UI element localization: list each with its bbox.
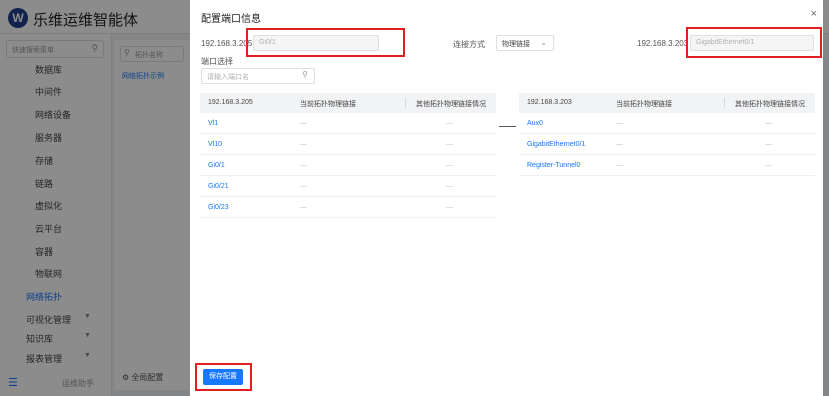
- highlight-box: [246, 28, 405, 57]
- column-divider: [405, 98, 406, 108]
- chevron-down-icon: ⌄: [540, 38, 547, 47]
- current-link: —: [616, 120, 623, 127]
- current-link: —: [300, 183, 307, 190]
- search-icon: ⚲: [302, 70, 308, 79]
- column-header: 其他拓扑物理链接情况: [416, 101, 486, 108]
- connection-type-label: 连接方式: [453, 40, 485, 49]
- current-link: —: [616, 162, 623, 169]
- column-header: 其他拓扑物理链接情况: [735, 101, 805, 108]
- table-row[interactable]: Vl1 — —: [200, 113, 496, 134]
- table-header: 192.168.3.205 当前拓扑物理链接 其他拓扑物理链接情况: [200, 93, 496, 113]
- right-device-ip: 192.168.3.203: [637, 39, 689, 48]
- table-row[interactable]: Gi0/1 — —: [200, 155, 496, 176]
- table-row[interactable]: Aux0 — —: [519, 113, 815, 134]
- other-link: —: [446, 183, 453, 190]
- other-link: —: [446, 204, 453, 211]
- connection-type-value: 物理链接: [502, 41, 530, 48]
- other-link: —: [446, 141, 453, 148]
- column-header: 当前拓扑物理链接: [616, 101, 672, 108]
- connection-type-select[interactable]: 物理链接 ⌄: [496, 35, 554, 51]
- port-search-input[interactable]: 请输入端口名 ⚲: [201, 68, 315, 84]
- other-link: —: [765, 120, 772, 127]
- port-name[interactable]: Gi0/23: [208, 204, 229, 211]
- port-name[interactable]: Register-Tunnel0: [527, 162, 580, 169]
- table-row[interactable]: Gi0/21 — —: [200, 176, 496, 197]
- current-link: —: [300, 204, 307, 211]
- close-icon[interactable]: ×: [811, 8, 817, 20]
- left-device-ip: 192.168.3.205: [201, 39, 253, 48]
- other-link: —: [446, 162, 453, 169]
- table-row[interactable]: Gi0/23 — —: [200, 197, 496, 218]
- table-header: 192.168.3.203 当前拓扑物理链接 其他拓扑物理链接情况: [519, 93, 815, 113]
- port-name[interactable]: Vl10: [208, 141, 222, 148]
- table-row[interactable]: Register-Tunnel0 — —: [519, 155, 815, 176]
- other-link: —: [446, 120, 453, 127]
- dialog-title: 配置端口信息: [201, 14, 261, 25]
- column-header: 192.168.3.205: [208, 99, 253, 106]
- table-row[interactable]: GigabitEthernet0/1 — —: [519, 134, 815, 155]
- other-link: —: [765, 141, 772, 148]
- port-search-placeholder: 请输入端口名: [207, 74, 249, 81]
- port-name[interactable]: Vl1: [208, 120, 218, 127]
- current-link: —: [300, 120, 307, 127]
- column-divider: [724, 98, 725, 108]
- port-name[interactable]: GigabitEthernet0/1: [527, 141, 585, 148]
- link-connector-line: [499, 126, 516, 127]
- other-link: —: [765, 162, 772, 169]
- current-link: —: [300, 162, 307, 169]
- left-port-table: 192.168.3.205 当前拓扑物理链接 其他拓扑物理链接情况 Vl1 — …: [200, 93, 496, 218]
- port-name[interactable]: Aux0: [527, 120, 543, 127]
- highlight-box: [195, 363, 252, 391]
- current-link: —: [616, 141, 623, 148]
- port-select-label: 端口选择: [201, 57, 233, 66]
- current-link: —: [300, 141, 307, 148]
- right-port-table: 192.168.3.203 当前拓扑物理链接 其他拓扑物理链接情况 Aux0 —…: [519, 93, 815, 176]
- port-name[interactable]: Gi0/21: [208, 183, 229, 190]
- highlight-box: [686, 27, 822, 58]
- column-header: 192.168.3.203: [527, 99, 572, 106]
- port-name[interactable]: Gi0/1: [208, 162, 225, 169]
- column-header: 当前拓扑物理链接: [300, 101, 356, 108]
- port-config-dialog: 配置端口信息 × 192.168.3.205 Gi0/1 连接方式 物理链接 ⌄…: [190, 0, 823, 396]
- table-row[interactable]: Vl10 — —: [200, 134, 496, 155]
